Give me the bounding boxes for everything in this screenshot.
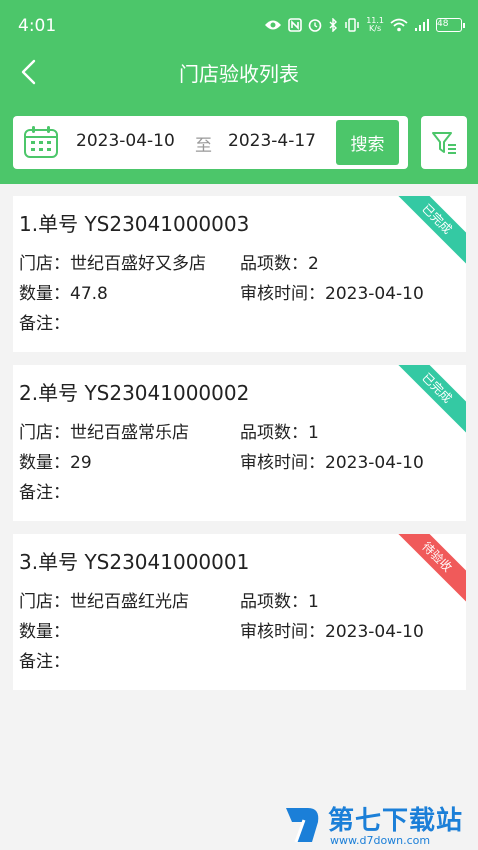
- items-label: 品项数：: [240, 254, 308, 274]
- store-row: 门店：世纪百盛红光店: [19, 587, 189, 612]
- items-row: 品项数：1: [240, 418, 319, 443]
- store-value: 世纪百盛红光店: [70, 592, 189, 612]
- audit-time-value: 2023-04-10: [325, 622, 424, 642]
- end-date-field[interactable]: 2023-4-17: [228, 131, 316, 151]
- signal-icon: [415, 19, 429, 31]
- items-value: 1: [308, 592, 319, 612]
- qty-label: 数量：: [19, 453, 70, 473]
- order-title: 1.单号 YS23041000003: [19, 212, 250, 236]
- items-label: 品项数：: [240, 592, 308, 612]
- audit-time-row: 审核时间：2023-04-10: [240, 617, 424, 642]
- watermark-url: www.d7down.com: [330, 834, 431, 847]
- order-card[interactable]: 1.单号 YS23041000003 已完成 门店：世纪百盛好又多店 品项数：2…: [13, 196, 466, 352]
- remark-row: 备注：: [19, 309, 70, 334]
- audit-time-label: 审核时间：: [240, 622, 325, 642]
- watermark-brand: 第七下载站: [328, 806, 464, 836]
- audit-time-row: 审核时间：2023-04-10: [240, 279, 424, 304]
- search-button[interactable]: 搜索: [336, 120, 399, 165]
- qty-value: 29: [70, 453, 92, 473]
- battery-icon: 48: [436, 18, 465, 32]
- store-label: 门店：: [19, 423, 70, 443]
- store-value: 世纪百盛好又多店: [70, 254, 206, 274]
- items-label: 品项数：: [240, 423, 308, 443]
- filter-icon: [432, 131, 456, 154]
- status-icons: 11.1 K/s 48: [264, 14, 465, 36]
- qty-row: 数量：47.8: [19, 279, 108, 304]
- filter-button[interactable]: [421, 116, 467, 169]
- watermark-logo-icon: [286, 808, 319, 843]
- qty-row: 数量：29: [19, 448, 92, 473]
- audit-time-value: 2023-04-10: [325, 453, 424, 473]
- items-row: 品项数：1: [240, 587, 319, 612]
- alarm-icon: [308, 19, 322, 32]
- order-title: 3.单号 YS23041000001: [19, 550, 250, 574]
- store-row: 门店：世纪百盛常乐店: [19, 418, 189, 443]
- qty-label: 数量：: [19, 622, 70, 642]
- start-date-field[interactable]: 2023-04-10: [76, 131, 175, 151]
- remark-row: 备注：: [19, 647, 70, 672]
- status-ribbon: 已完成: [390, 196, 466, 266]
- remark-label: 备注：: [19, 483, 70, 503]
- store-label: 门店：: [19, 592, 70, 612]
- qty-value: 47.8: [70, 284, 108, 304]
- date-separator: 至: [195, 136, 212, 156]
- page-title: 门店验收列表: [179, 62, 299, 86]
- audit-time-row: 审核时间：2023-04-10: [240, 448, 424, 473]
- battery-level: 48: [437, 19, 449, 29]
- qty-label: 数量：: [19, 284, 70, 304]
- speed-unit: K/s: [369, 24, 382, 33]
- remark-row: 备注：: [19, 478, 70, 503]
- remark-label: 备注：: [19, 652, 70, 672]
- audit-time-label: 审核时间：: [240, 284, 325, 304]
- eye-icon: [265, 20, 282, 30]
- items-value: 1: [308, 423, 319, 443]
- date-range-search: 2023-04-10 至 2023-4-17 搜索: [13, 116, 408, 169]
- watermark: 第七下载站 www.d7down.com: [282, 798, 478, 850]
- remark-label: 备注：: [19, 314, 70, 334]
- status-ribbon: 已完成: [390, 365, 466, 435]
- status-bar: 4:01 11.1 K/s 48: [0, 0, 478, 50]
- order-card[interactable]: 2.单号 YS23041000002 已完成 门店：世纪百盛常乐店 品项数：1 …: [13, 365, 466, 521]
- audit-time-label: 审核时间：: [240, 453, 325, 473]
- wifi-icon: [390, 18, 408, 32]
- order-title: 2.单号 YS23041000002: [19, 381, 250, 405]
- network-speed: 11.1 K/s: [366, 17, 384, 33]
- nfc-icon: [288, 18, 302, 32]
- status-time: 4:01: [18, 16, 57, 36]
- status-ribbon: 待验收: [390, 534, 466, 604]
- store-row: 门店：世纪百盛好又多店: [19, 249, 206, 274]
- items-row: 品项数：2: [240, 249, 319, 274]
- items-value: 2: [308, 254, 319, 274]
- store-value: 世纪百盛常乐店: [70, 423, 189, 443]
- qty-row: 数量：: [19, 617, 70, 642]
- store-label: 门店：: [19, 254, 70, 274]
- vibrate-icon: [345, 18, 359, 32]
- audit-time-value: 2023-04-10: [325, 284, 424, 304]
- calendar-icon[interactable]: [23, 125, 59, 159]
- order-card[interactable]: 3.单号 YS23041000001 待验收 门店：世纪百盛红光店 品项数：1 …: [13, 534, 466, 690]
- bluetooth-icon: [329, 18, 338, 32]
- header-bar: 4:01 11.1 K/s 48 门店验收列表 2023-04-10 至 202…: [0, 0, 478, 184]
